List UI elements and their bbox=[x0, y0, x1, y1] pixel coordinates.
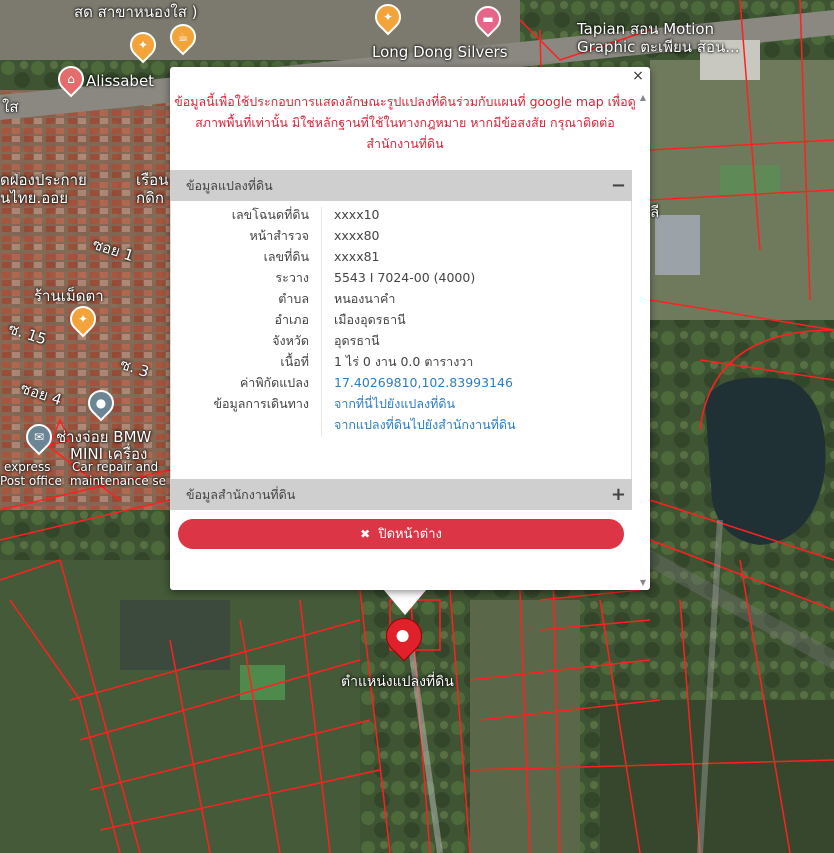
scroll-down-arrow-icon[interactable]: ▼ bbox=[640, 578, 646, 587]
disclaimer-notice: ข้อมูลนี้เพื่อใช้ประกอบการแสดงลักษณะรูปแ… bbox=[174, 94, 636, 151]
map-label: Graphic ตะเพียน สอน... bbox=[577, 38, 740, 56]
info-row: อำเภอ เมืองอุดรธานี bbox=[171, 309, 633, 330]
directions-to-office-link[interactable]: จากแปลงที่ดินไปยังสำนักงานที่ดิน bbox=[334, 414, 516, 435]
info-key: อำเภอ bbox=[274, 312, 309, 327]
info-key: ข้อมูลการเดินทาง bbox=[213, 396, 309, 411]
map-label: Alissabet bbox=[86, 72, 155, 90]
map-label: นไทย.ออย bbox=[0, 189, 69, 207]
close-window-button[interactable]: ✖ ปิดหน้าต่าง bbox=[178, 519, 624, 549]
map-label: กดิก bbox=[136, 189, 164, 207]
info-value: หนองนาคำ bbox=[334, 291, 396, 306]
info-key: หน้าสำรวจ bbox=[249, 228, 309, 243]
info-row: ข้อมูลการเดินทาง จากที่นี่ไปยังแปลงที่ดิ… bbox=[171, 393, 633, 414]
info-key: เลขโฉนดที่ดิน bbox=[231, 207, 309, 222]
land-office-header[interactable]: ข้อมูลสำนักงานที่ดิน + bbox=[170, 479, 632, 510]
map-label: สด สาขาหนองใส ) bbox=[74, 3, 198, 21]
info-value: xxxx10 bbox=[334, 207, 380, 222]
map-label: ใส bbox=[2, 98, 19, 116]
info-row: หน้าสำรวจ xxxx80 bbox=[171, 225, 633, 246]
map-label: maintenance se bbox=[70, 474, 167, 488]
parcel-info-body: เลขโฉนดที่ดิน xxxx10 หน้าสำรวจ xxxx80 เล… bbox=[170, 201, 632, 479]
parcel-info-title: ข้อมูลแปลงที่ดิน bbox=[186, 178, 273, 193]
info-value: เมืองอุดรธานี bbox=[334, 312, 406, 327]
popup-pointer bbox=[383, 589, 427, 615]
map-label: Long Dong Silvers bbox=[372, 43, 508, 61]
parcel-info-popup: × ▲ ข้อมูลนี้เพื่อใช้ประกอบการแสดงลักษณะ… bbox=[170, 67, 650, 590]
info-row: ตำบล หนองนาคำ bbox=[171, 288, 633, 309]
parcel-info-header[interactable]: ข้อมูลแปลงที่ดิน − bbox=[170, 170, 632, 201]
collapse-icon[interactable]: − bbox=[611, 170, 626, 201]
info-key: จังหวัด bbox=[272, 333, 309, 348]
info-value: 1 ไร่ 0 งาน 0.0 ตารางวา bbox=[334, 354, 474, 369]
info-row: จากแปลงที่ดินไปยังสำนักงานที่ดิน bbox=[171, 414, 633, 435]
map-label: Car repair and bbox=[72, 460, 159, 474]
map-label: express bbox=[4, 460, 51, 474]
info-value: xxxx80 bbox=[334, 228, 380, 243]
info-row: เลขที่ดิน xxxx81 bbox=[171, 246, 633, 267]
info-row: เลขโฉนดที่ดิน xxxx10 bbox=[171, 204, 633, 225]
info-row: ระวาง 5543 I 7024-00 (4000) bbox=[171, 267, 633, 288]
close-icon: ✖ bbox=[360, 527, 371, 541]
map-label: Post office bbox=[0, 474, 62, 488]
info-value: xxxx81 bbox=[334, 249, 380, 264]
parcel-location-label: ตำแหน่งแปลงที่ดิน bbox=[341, 674, 454, 690]
info-row: จังหวัด อุดรธานี bbox=[171, 330, 633, 351]
info-row: ค่าพิกัดแปลง 17.40269810,102.83993146 bbox=[171, 372, 633, 393]
expand-icon[interactable]: + bbox=[611, 479, 626, 510]
popup-close-icon[interactable]: × bbox=[631, 68, 645, 84]
coordinates-link[interactable]: 17.40269810,102.83993146 bbox=[334, 372, 513, 393]
info-key: ระวาง bbox=[275, 270, 309, 285]
info-row: เนื้อที่ 1 ไร่ 0 งาน 0.0 ตารางวา bbox=[171, 351, 633, 372]
info-key: เนื้อที่ bbox=[280, 354, 309, 369]
close-window-label: ปิดหน้าต่าง bbox=[378, 527, 442, 542]
map-label: ร้านเม็ดตา bbox=[34, 287, 104, 305]
info-key: เลขที่ดิน bbox=[263, 249, 309, 264]
info-value: อุดรธานี bbox=[334, 333, 380, 348]
directions-to-parcel-link[interactable]: จากที่นี่ไปยังแปลงที่ดิน bbox=[334, 393, 455, 414]
scroll-up-arrow-icon[interactable]: ▲ bbox=[640, 93, 646, 102]
info-key: ตำบล bbox=[278, 291, 309, 306]
info-value: 5543 I 7024-00 (4000) bbox=[334, 270, 476, 285]
land-office-title: ข้อมูลสำนักงานที่ดิน bbox=[186, 487, 296, 502]
map-label: ลี bbox=[650, 203, 660, 221]
info-key: ค่าพิกัดแปลง bbox=[239, 375, 309, 390]
